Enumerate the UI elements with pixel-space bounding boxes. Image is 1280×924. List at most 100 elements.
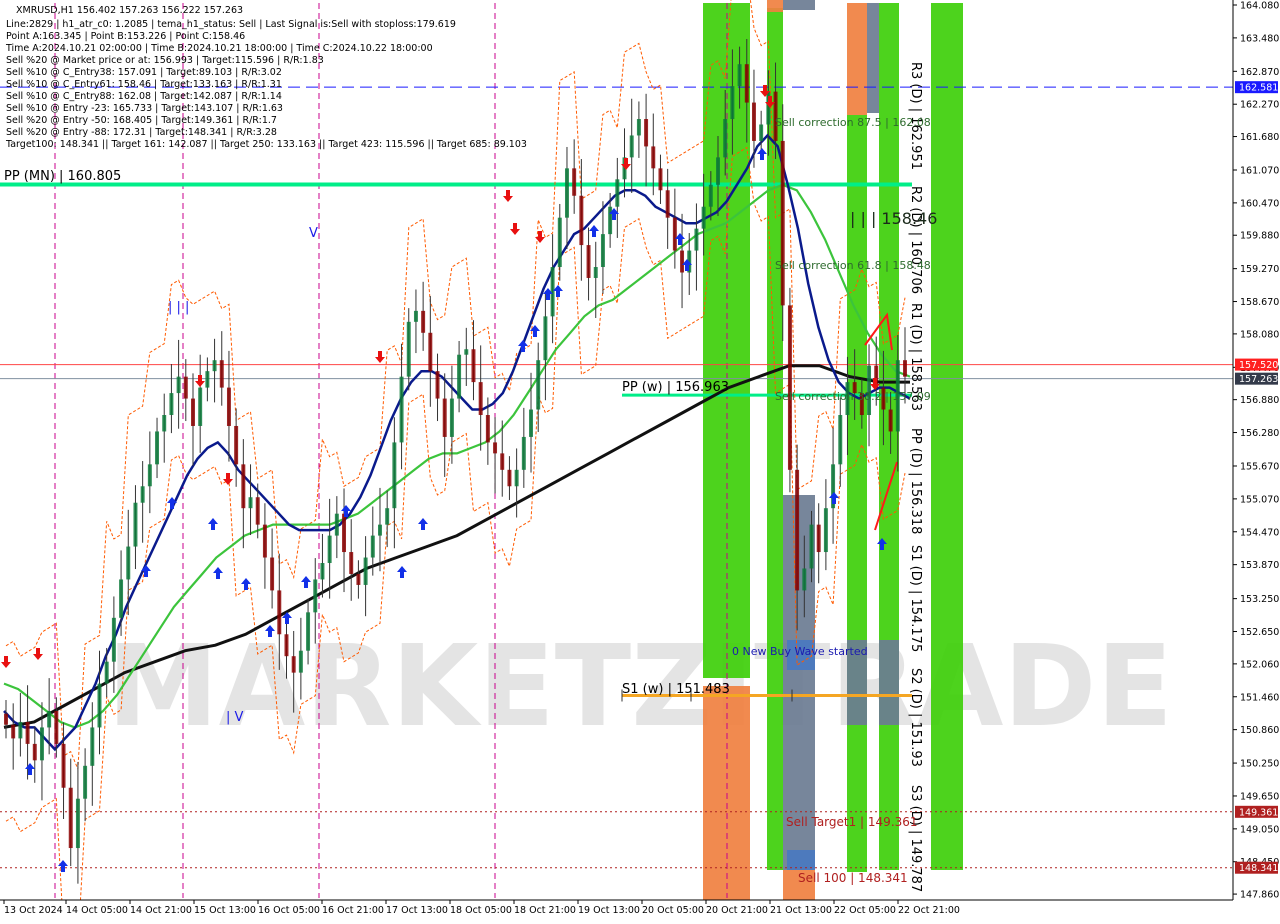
price-tick-label: 149.050 (1240, 824, 1279, 835)
time-tick-label: 16 Oct 21:00 (322, 905, 384, 916)
time-tick-label: 21 Oct 13:00 (770, 905, 832, 916)
price-tick-label: 149.650 (1240, 791, 1279, 802)
candle (75, 761, 80, 884)
price-tick-label: 155.070 (1240, 494, 1279, 505)
time-tick-label: 20 Oct 05:00 (642, 905, 704, 916)
candle-body (54, 711, 59, 744)
buy-arrow-icon (58, 860, 68, 872)
price-tick-label: 154.470 (1240, 527, 1279, 538)
sell-arrow-icon (33, 648, 43, 660)
buy-zone-4 (879, 3, 899, 870)
price-tick-label: 150.250 (1240, 759, 1279, 770)
candle (636, 101, 641, 158)
candle-body (75, 798, 80, 849)
candle-body (658, 168, 663, 191)
candle (18, 692, 23, 757)
price-axis[interactable]: 164.080 163.480 162.870 162.270 161.680 161.0… (1232, 0, 1280, 901)
candle (672, 188, 677, 269)
candle-body (349, 552, 354, 574)
daily-s2-label: S2 (D) | 151.93 (908, 668, 923, 767)
candle-body (392, 442, 397, 509)
candle-body (298, 650, 303, 673)
sell-correction-382-label: Sell correction 38.2 | 157.09 (775, 390, 931, 403)
candle (557, 203, 562, 281)
candle (342, 488, 347, 593)
wave-mark-top: | | | (168, 300, 189, 315)
candle-body (219, 360, 224, 388)
candle-body (543, 316, 548, 361)
candle (457, 341, 462, 413)
buy-arrow-icon (530, 325, 540, 337)
price-tick-label: 161.680 (1240, 132, 1279, 143)
price-tick-label: 163.480 (1240, 33, 1279, 44)
candle (32, 726, 37, 783)
candle-body (198, 387, 203, 426)
candle (572, 139, 577, 214)
candle (442, 373, 447, 477)
candle (356, 560, 361, 599)
candle (270, 528, 275, 609)
candle-body (802, 568, 807, 591)
price-tick-label: 153.870 (1240, 560, 1279, 571)
candle (212, 338, 217, 403)
time-tick-label: 14 Oct 05:00 (66, 905, 128, 916)
info-panel: XMRUSD,H1 156.402 157.263 156.222 157.26… (5, 5, 527, 150)
candle-body (176, 376, 181, 394)
weekly-s1-label: S1 (w) | 151.483 (622, 682, 730, 697)
candle (816, 503, 821, 584)
candle-body (32, 743, 37, 761)
candle-body (18, 721, 23, 739)
price-tick-label: 164.080 (1240, 1, 1279, 12)
candle (550, 234, 555, 344)
monthly-pivot-label: PP (MN) | 160.805 (4, 169, 121, 184)
chart-canvas[interactable]: MARKETZITRADE PP (MN) | 160.805 PP (w) |… (0, 0, 1280, 924)
price-tag-label: 149.361 (1239, 807, 1278, 818)
candle-body (716, 157, 720, 185)
price-tick-label: 153.250 (1240, 594, 1279, 605)
price-tick-label: 156.280 (1240, 428, 1279, 439)
wave-mark-v-upper: V (309, 226, 318, 241)
candle-body (536, 360, 541, 410)
daily-s3-label: S3 (D) | 149.787 (908, 785, 923, 892)
candle (133, 485, 138, 570)
candle (564, 146, 569, 249)
candle (4, 700, 8, 739)
price-tick-label: 152.060 (1240, 659, 1279, 670)
daily-pp-label: PP (D) | 156.318 (908, 428, 923, 534)
buy-arrow-icon (418, 518, 428, 530)
candle-body (406, 321, 411, 377)
time-tick-label: 13 Oct 2024 (4, 905, 63, 916)
candle (262, 503, 267, 589)
candle-body (500, 453, 505, 470)
candle (183, 359, 188, 422)
candle-body (529, 409, 533, 437)
candle-body (306, 612, 311, 651)
candle-body (521, 436, 526, 470)
sell-100-label: Sell 100 | 148.341 (798, 871, 908, 885)
candle (147, 431, 152, 514)
buy-zone-3 (847, 115, 867, 872)
candle-body (226, 387, 231, 426)
candle (831, 427, 836, 544)
candle-body (291, 656, 296, 673)
time-tick-label: 18 Oct 05:00 (450, 905, 512, 916)
price-chart[interactable]: MARKETZITRADE PP (MN) | 160.805 PP (w) |… (0, 0, 1280, 924)
candle-body (795, 469, 800, 591)
candle (413, 289, 418, 354)
candle (334, 496, 339, 559)
candle-body (485, 415, 490, 443)
buy-arrow-icon (757, 148, 767, 160)
candle (191, 373, 195, 466)
candle-body (737, 64, 742, 87)
price-tick-label: 150.860 (1240, 725, 1279, 736)
wave-mark-v-lower: | V (226, 710, 244, 725)
candle-body (708, 184, 713, 207)
point-c-label: | | | 158.46 (850, 209, 937, 228)
candle-body (442, 398, 447, 437)
buy-arrow-icon (141, 565, 151, 577)
sell-target1-label: Sell Target1 | 149.361 (786, 815, 918, 829)
candle-body (133, 502, 138, 547)
candle-body (514, 469, 519, 487)
candle (543, 291, 548, 401)
time-axis[interactable]: 13 Oct 2024 14 Oct 05:00 14 Oct 21:00 15 Oc… (0, 899, 1280, 920)
